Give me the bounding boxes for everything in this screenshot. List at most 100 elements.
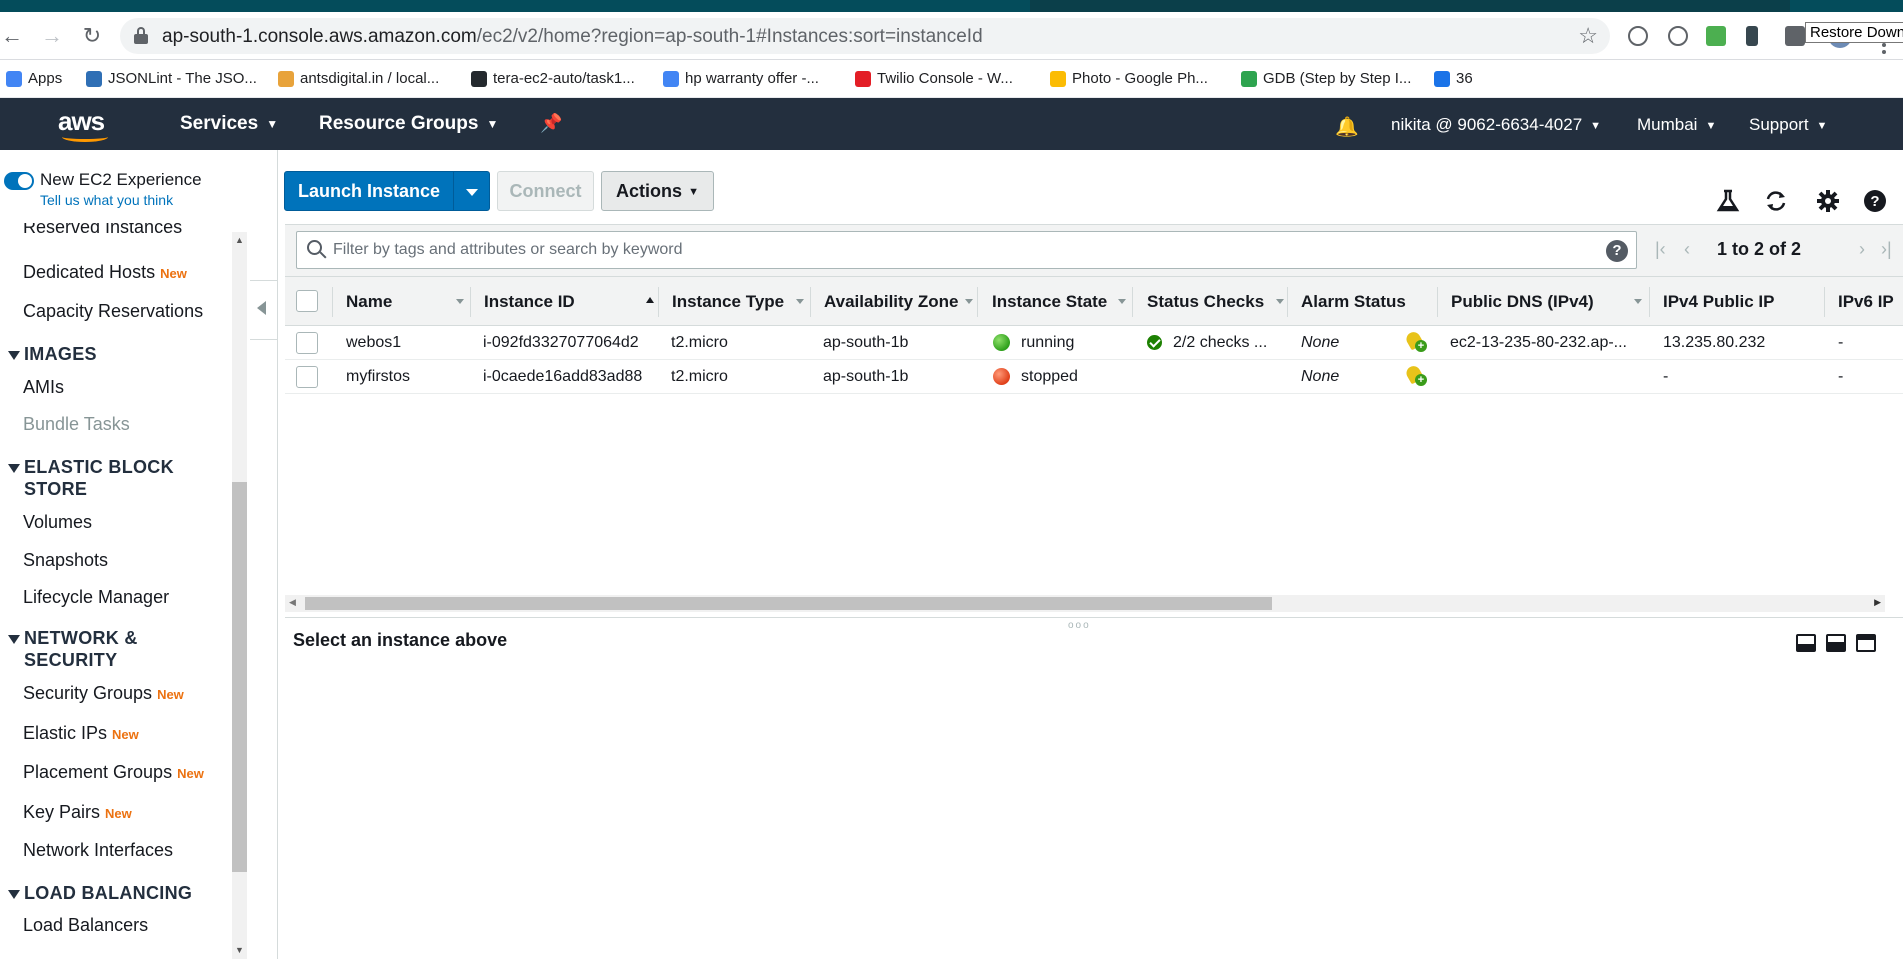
first-page-icon[interactable]: |‹ [1655, 239, 1666, 260]
bookmark-item[interactable]: hp warranty offer -... [663, 70, 819, 87]
bookmark-star-icon[interactable]: ☆ [1578, 23, 1598, 49]
back-icon[interactable]: ← [0, 24, 24, 48]
sidebar-item-reserved-instances[interactable]: Reserved Instances [23, 223, 182, 235]
sort-ascending-icon[interactable] [646, 297, 654, 303]
flask-icon[interactable] [1715, 188, 1741, 214]
filter-input[interactable] [333, 239, 1583, 261]
sidebar-item-lifecycle-manager[interactable]: Lifecycle Manager [23, 587, 169, 608]
column-separator[interactable] [1649, 287, 1650, 317]
column-header[interactable]: Availability Zone [824, 292, 958, 312]
column-separator[interactable] [658, 287, 659, 317]
select-all-checkbox[interactable] [296, 290, 318, 312]
add-alarm-icon[interactable]: + [1403, 363, 1427, 387]
aws-logo[interactable]: aws [58, 106, 114, 142]
sidebar-item-snapshots[interactable]: Snapshots [23, 550, 108, 571]
sidebar-section-network-security[interactable]: NETWORK & SECURITY [8, 627, 138, 671]
row-checkbox[interactable] [296, 366, 318, 388]
sidebar-item-dedicated-hosts[interactable]: Dedicated Hosts New [23, 262, 187, 283]
resource-groups-menu[interactable]: Resource Groups ▼ [319, 113, 498, 135]
column-header[interactable]: Status Checks [1147, 292, 1264, 312]
sidebar-item-key-pairs[interactable]: Key Pairs New [23, 802, 132, 823]
drag-handle-icon[interactable]: ooo [1068, 620, 1091, 631]
launch-instance-button[interactable]: Launch Instance [284, 171, 454, 211]
column-header[interactable]: Instance Type [672, 292, 784, 312]
column-separator[interactable] [1287, 287, 1288, 317]
column-header[interactable]: Name [346, 292, 392, 312]
column-menu-icon[interactable] [796, 299, 804, 304]
filter-help-icon[interactable]: ? [1606, 240, 1628, 262]
column-header[interactable]: Instance State [992, 292, 1107, 312]
column-header[interactable]: Alarm Status [1301, 292, 1406, 312]
column-menu-icon[interactable] [456, 299, 464, 304]
reload-icon[interactable]: ↻ [80, 24, 104, 48]
column-separator[interactable] [810, 287, 811, 317]
bookmark-item[interactable]: antsdigital.in / local... [278, 70, 439, 87]
column-separator[interactable] [1437, 287, 1438, 317]
column-menu-icon[interactable] [1634, 299, 1642, 304]
column-separator[interactable] [1824, 287, 1825, 317]
next-page-icon[interactable]: › [1859, 239, 1865, 260]
column-separator[interactable] [470, 287, 471, 317]
pin-icon[interactable]: 📌 [540, 113, 562, 134]
column-separator[interactable] [332, 287, 333, 317]
layout-top-icon[interactable] [1856, 634, 1876, 652]
support-menu[interactable]: Support ▼ [1749, 115, 1827, 135]
gear-icon[interactable] [1815, 188, 1841, 214]
layout-split-icon[interactable] [1826, 634, 1846, 652]
column-separator[interactable] [1132, 287, 1133, 317]
forward-icon[interactable]: → [40, 24, 64, 48]
scroll-down-icon[interactable]: ▼ [235, 945, 244, 955]
region-menu[interactable]: Mumbai ▼ [1637, 115, 1716, 135]
sidebar-item-bundle-tasks[interactable]: Bundle Tasks [23, 414, 130, 435]
refresh-icon[interactable] [1763, 188, 1789, 214]
prev-page-icon[interactable]: ‹ [1684, 239, 1690, 260]
omnibox[interactable]: ap-south-1.console.aws.amazon.com/ec2/v2… [120, 18, 1610, 54]
bookmark-item[interactable]: tera-ec2-auto/task1... [471, 70, 635, 87]
column-separator[interactable] [977, 287, 978, 317]
table-horizontal-scrollbar[interactable]: ◀ ▶ [285, 595, 1885, 612]
column-header[interactable]: Public DNS (IPv4) [1451, 292, 1594, 312]
bookmark-item[interactable]: GDB (Step by Step I... [1241, 70, 1411, 87]
bookmark-item[interactable]: 36 [1434, 70, 1473, 87]
puzzle-icon[interactable] [1785, 26, 1805, 46]
scroll-right-icon[interactable]: ▶ [1874, 597, 1881, 608]
new-experience-toggle[interactable] [4, 172, 34, 190]
scroll-left-icon[interactable]: ◀ [289, 597, 296, 608]
bookmark-item[interactable]: Photo - Google Ph... [1050, 70, 1208, 87]
add-alarm-icon[interactable]: + [1403, 329, 1427, 353]
column-menu-icon[interactable] [965, 299, 973, 304]
table-row[interactable]: webos1 i-092fd3327077064d2 t2.micro ap-sout… [285, 326, 1903, 360]
bookmark-item[interactable]: JSONLint - The JSO... [86, 70, 257, 87]
bell-icon[interactable]: 🔔 [1335, 115, 1359, 139]
sidebar-item-amis[interactable]: AMIs [23, 377, 64, 398]
connect-button[interactable]: Connect [497, 171, 594, 211]
bookmark-item[interactable]: Apps [6, 70, 62, 87]
last-page-icon[interactable]: ›| [1881, 239, 1892, 260]
layout-bottom-icon[interactable] [1796, 634, 1816, 652]
table-row[interactable]: myfirstos i-0caede16add83ad88 t2.micro ap-s… [285, 360, 1903, 394]
row-checkbox[interactable] [296, 332, 318, 354]
table-scrollbar-thumb[interactable] [305, 597, 1272, 610]
sidebar-section-ebs[interactable]: ELASTIC BLOCK STORE [8, 456, 174, 500]
help-icon[interactable]: ? [1862, 188, 1888, 214]
column-header[interactable]: IPv6 IP [1838, 292, 1894, 312]
column-header[interactable]: IPv4 Public IP [1663, 292, 1775, 312]
sidebar-section-load-balancing[interactable]: LOAD BALANCING [8, 882, 192, 904]
extension-icon[interactable] [1668, 26, 1688, 46]
column-menu-icon[interactable] [1118, 299, 1126, 304]
launch-instance-dropdown[interactable] [453, 171, 490, 211]
sidebar-item-placement-groups[interactable]: Placement Groups New [23, 762, 204, 783]
account-menu[interactable]: nikita @ 9062-6634-4027 ▼ [1391, 115, 1601, 135]
feedback-link[interactable]: Tell us what you think [40, 192, 173, 208]
collapse-sidebar-button[interactable] [250, 280, 278, 340]
sidebar-item-load-balancers[interactable]: Load Balancers [23, 915, 148, 936]
services-menu[interactable]: Services ▼ [180, 113, 278, 135]
scroll-up-icon[interactable]: ▲ [235, 235, 244, 245]
sidebar-item-volumes[interactable]: Volumes [23, 512, 92, 533]
extension-icon[interactable] [1628, 26, 1648, 46]
sidebar-scrollbar-thumb[interactable] [232, 482, 247, 872]
bookmark-item[interactable]: Twilio Console - W... [855, 70, 1013, 87]
actions-button[interactable]: Actions ▼ [601, 171, 714, 211]
sidebar-item-network-interfaces[interactable]: Network Interfaces [23, 840, 173, 861]
sidebar-item-elastic-ips[interactable]: Elastic IPs New [23, 723, 139, 744]
